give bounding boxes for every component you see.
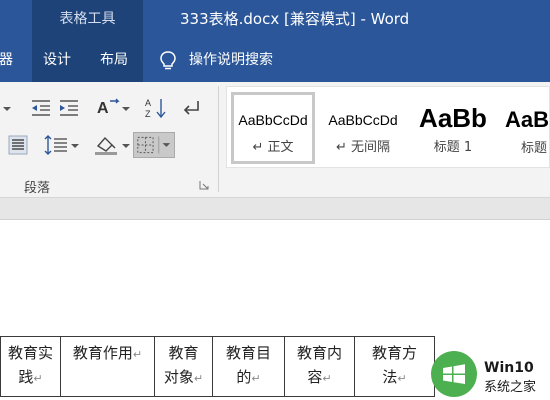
document-title: 333表格.docx [兼容模式] - Word <box>180 10 410 28</box>
contextual-tab-group-title: 表格工具 <box>59 11 116 27</box>
cell-end-mark-icon: ↵ <box>33 372 43 385</box>
style-sample: AaBbCcDd <box>328 112 398 128</box>
document-table[interactable]: 教育实 践↵ 教育作用↵ 教育 对象↵ 教育目 的↵ 教育内 容↵ 教育方 法↵ <box>0 336 435 397</box>
style-name: 标题 1 <box>433 140 473 155</box>
table-row: 教育实 践↵ 教育作用↵ 教育 对象↵ 教育目 的↵ 教育内 容↵ 教育方 法↵ <box>0 336 435 397</box>
ribbon: A A Z 段落 AaBbCcDd ↵ 正文 AaBbCcDd ↵ 无间隔 Aa… <box>0 82 550 198</box>
tab-partial[interactable]: 器 <box>0 38 13 82</box>
style-no-spacing[interactable]: AaBbCcDd ↵ 无间隔 <box>321 92 405 164</box>
cell-text: 对象 <box>163 368 194 386</box>
cell-text: 践 <box>18 368 34 386</box>
shading-icon[interactable] <box>93 133 131 157</box>
borders-icon <box>137 136 171 154</box>
cell-text: 教育 <box>168 344 199 362</box>
table-cell[interactable]: 教育目 的↵ <box>212 336 285 397</box>
cell-text: 教育实 <box>7 344 53 362</box>
style-heading-1[interactable]: AaBb 标题 1 <box>411 92 495 164</box>
cell-text: 教育方 <box>371 344 417 362</box>
style-name: 标题 <box>521 141 548 156</box>
tell-me-search[interactable]: 操作说明搜索 <box>189 38 273 82</box>
cell-text: 容 <box>307 368 323 386</box>
table-tools-group: 表格工具 <box>32 0 143 38</box>
style-title[interactable]: AaB 标题 <box>501 92 550 164</box>
style-sample: AaBbCcDd <box>238 112 308 128</box>
cell-text: 教育目 <box>225 344 271 362</box>
decrease-indent-icon[interactable] <box>30 96 52 120</box>
style-name: ↵ 正文 <box>252 140 294 155</box>
cell-text: 教育作用 <box>72 344 133 362</box>
style-normal[interactable]: AaBbCcDd ↵ 正文 <box>231 92 315 164</box>
cell-text: 法 <box>382 368 398 386</box>
cell-end-mark-icon: ↵ <box>193 372 204 385</box>
ribbon-tab-row: 器 设计 布局 操作说明搜索 <box>0 38 550 82</box>
style-sample: AaB <box>505 107 550 132</box>
ruler-band <box>0 198 550 220</box>
show-paragraph-marks-icon[interactable] <box>180 96 202 120</box>
justify-icon[interactable] <box>8 133 28 157</box>
cell-end-mark-icon: ↵ <box>132 348 143 361</box>
tab-layout[interactable]: 布局 <box>100 38 128 82</box>
cell-end-mark-icon: ↵ <box>322 372 332 385</box>
cell-end-mark-icon: ↵ <box>251 372 261 385</box>
svg-text:Z: Z <box>145 109 151 119</box>
line-spacing-icon[interactable] <box>43 133 79 157</box>
svg-text:A: A <box>97 100 109 117</box>
cell-text: 的 <box>236 368 252 386</box>
style-sample: AaBb <box>419 103 487 133</box>
increase-indent-icon[interactable] <box>58 96 80 120</box>
styles-gallery: AaBbCcDd ↵ 正文 AaBbCcDd ↵ 无间隔 AaBb 标题 1 A… <box>226 86 550 168</box>
sort-icon[interactable]: A Z <box>144 96 168 120</box>
table-cell[interactable]: 教育内 容↵ <box>284 336 355 397</box>
lightbulb-icon <box>160 51 176 70</box>
title-bar: 表格工具 333表格.docx [兼容模式] - Word <box>0 0 550 38</box>
dialog-launcher-icon[interactable] <box>199 180 209 190</box>
ribbon-group-separator <box>218 86 219 192</box>
watermark-title: Win10 <box>484 360 534 376</box>
tab-design[interactable]: 设计 <box>43 38 71 82</box>
borders-button[interactable] <box>133 132 175 158</box>
paragraph-group-label: 段落 <box>24 181 51 196</box>
cell-end-mark-icon: ↵ <box>397 372 407 385</box>
list-dropdown-arrow[interactable] <box>0 96 14 120</box>
cell-text: 教育内 <box>296 344 342 362</box>
text-direction-icon[interactable]: A <box>96 96 130 120</box>
svg-text:A: A <box>145 98 151 108</box>
style-name: ↵ 无间隔 <box>335 140 391 155</box>
table-cell[interactable]: 教育作用↵ <box>60 336 155 397</box>
table-cell[interactable]: 教育 对象↵ <box>154 336 213 397</box>
table-cell[interactable]: 教育实 践↵ <box>0 336 61 397</box>
watermark-subtitle: 系统之家 <box>484 380 537 395</box>
